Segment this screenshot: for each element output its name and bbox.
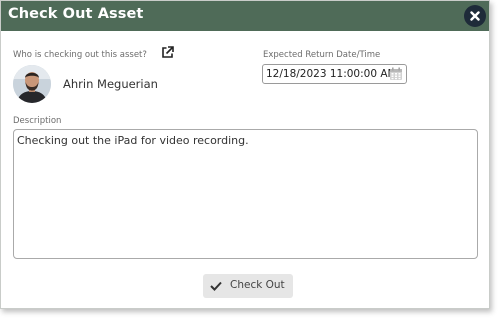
- avatar: [13, 65, 51, 103]
- check-out-dialog: Check Out Asset Who is checking out this…: [0, 0, 490, 309]
- check-out-button[interactable]: Check Out: [203, 274, 293, 298]
- close-button[interactable]: [464, 5, 486, 27]
- external-link-icon[interactable]: [161, 46, 174, 59]
- calendar-icon[interactable]: [389, 67, 403, 81]
- check-out-button-label: Check Out: [230, 279, 285, 291]
- description-textarea[interactable]: Checking out the iPad for video recordin…: [13, 129, 478, 259]
- return-date-label: Expected Return Date/Time: [263, 50, 381, 60]
- return-date-input[interactable]: 12/18/2023 11:00:00 AM: [262, 64, 407, 84]
- dialog-title: Check Out Asset: [8, 6, 144, 22]
- assignee-name: Ahrin Meguerian: [63, 77, 158, 91]
- description-label: Description: [13, 116, 62, 126]
- dialog-header: Check Out Asset: [1, 1, 489, 31]
- close-icon: [470, 11, 480, 21]
- assignee-label: Who is checking out this asset?: [13, 50, 147, 60]
- return-date-value: 12/18/2023 11:00:00 AM: [266, 68, 397, 80]
- checkmark-icon: [210, 281, 222, 291]
